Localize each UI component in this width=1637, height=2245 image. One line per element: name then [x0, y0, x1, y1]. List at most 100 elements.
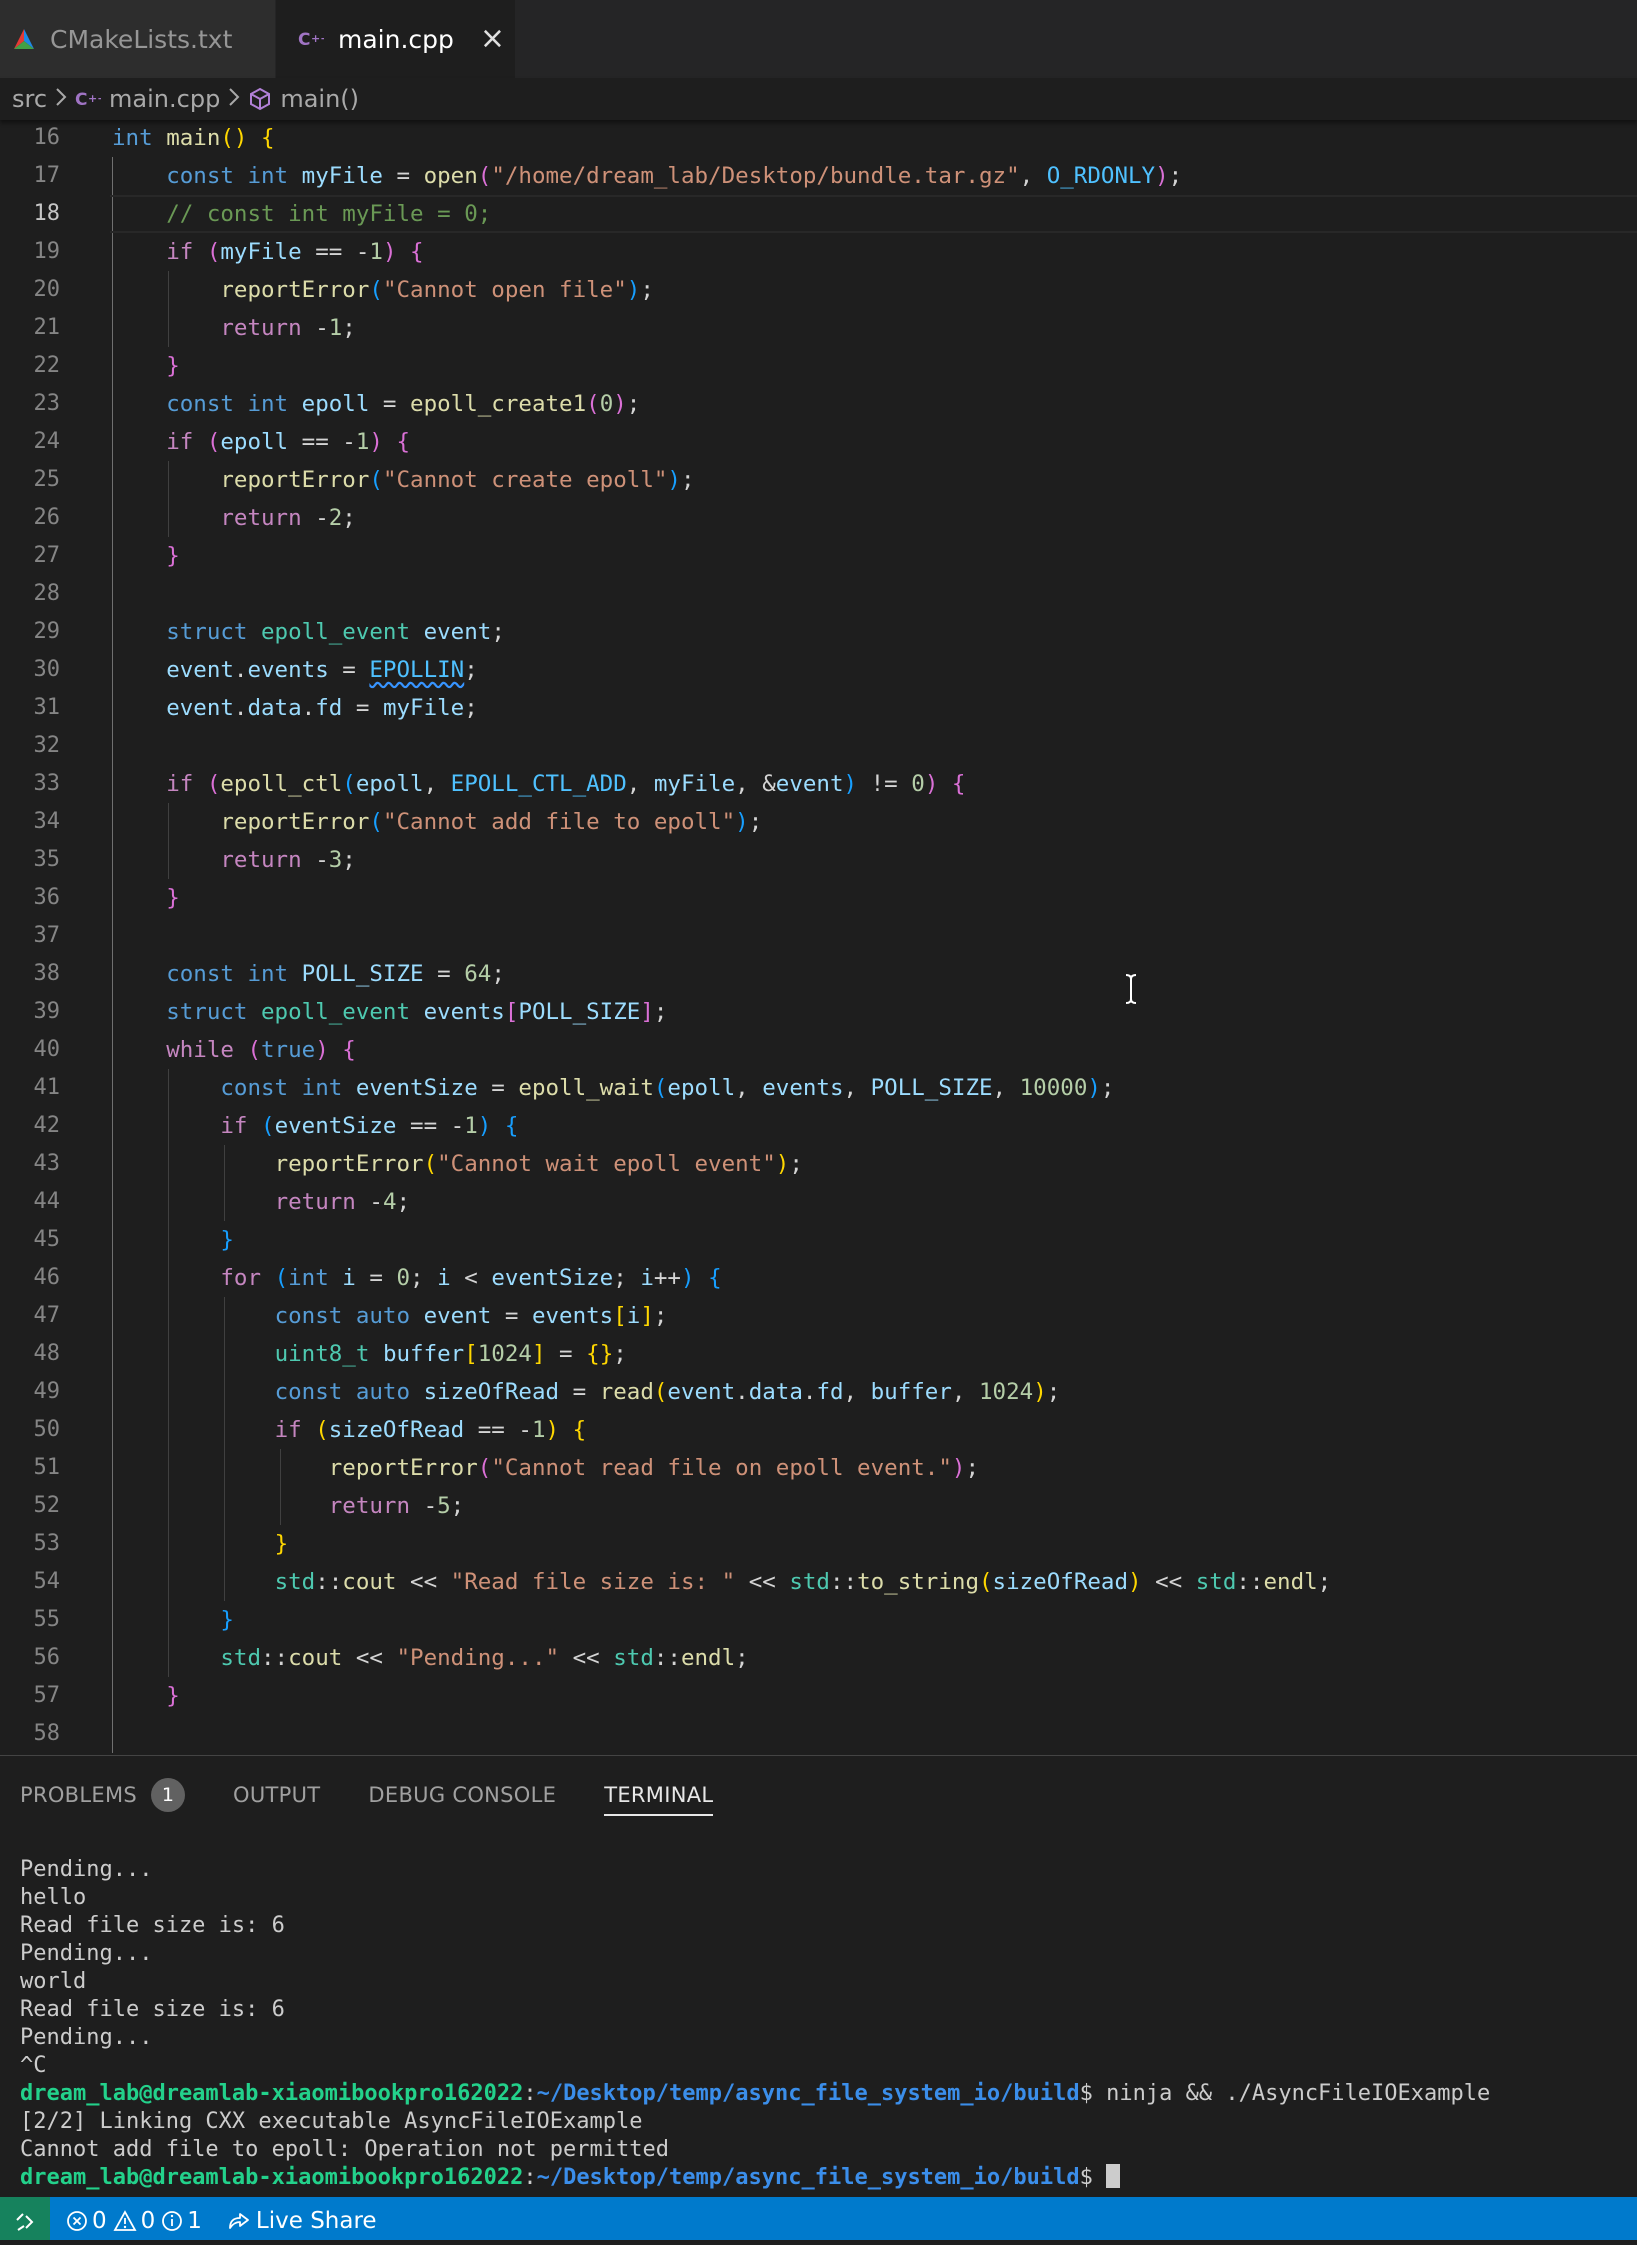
code-line[interactable]: 39 struct epoll_event events[POLL_SIZE]; [0, 993, 1637, 1031]
breadcrumb-file[interactable]: main.cpp [109, 85, 220, 113]
code-line[interactable]: 50 if (sizeOfRead == -1) { [0, 1411, 1637, 1449]
code-line[interactable]: 53 } [0, 1525, 1637, 1563]
code-line[interactable]: 55 } [0, 1601, 1637, 1639]
line-number: 49 [33, 1379, 61, 1404]
code-line[interactable]: 54 std::cout << "Read file size is: " <<… [0, 1563, 1637, 1601]
code-line[interactable]: 43 reportError("Cannot wait epoll event"… [0, 1145, 1637, 1183]
terminal-prompt-line: dream_lab@dreamlab-xiaomibookpro162022:~… [20, 2081, 1491, 2106]
code-line[interactable]: 36 } [0, 879, 1637, 917]
code-text: return -1; [220, 315, 356, 341]
terminal-cursor [1106, 2164, 1121, 2188]
breadcrumb-folder[interactable]: src [12, 85, 47, 113]
close-icon[interactable]: × [480, 24, 505, 54]
code-line[interactable]: 35 return -3; [0, 841, 1637, 879]
code-line[interactable]: 41 const int eventSize = epoll_wait(epol… [0, 1069, 1637, 1107]
code-line[interactable]: 29 struct epoll_event event; [0, 613, 1637, 651]
tab-main-cpp[interactable]: C ++ main.cpp × [276, 0, 516, 78]
code-line[interactable]: 56 std::cout << "Pending..." << std::end… [0, 1639, 1637, 1677]
code-text: return -5; [328, 1493, 465, 1519]
code-line[interactable]: 19 if (myFile == -1) { [0, 233, 1637, 271]
code-text: event.events = EPOLLIN; [166, 657, 478, 683]
code-line[interactable]: 48 uint8_t buffer[1024] = {}; [0, 1335, 1637, 1373]
code-line[interactable]: 49 const auto sizeOfRead = read(event.da… [0, 1373, 1637, 1411]
code-line[interactable]: 45 } [0, 1221, 1637, 1259]
code-line[interactable]: 32 [0, 727, 1637, 765]
code-line[interactable]: 24 if (epoll == -1) { [0, 423, 1637, 461]
code-line[interactable]: 16 int main() { [0, 119, 1637, 157]
code-line[interactable]: 47 const auto event = events[i]; [0, 1297, 1637, 1335]
line-number: 46 [33, 1265, 61, 1290]
prompt-user: dream_lab@dreamlab-xiaomibookpro162022 [20, 2165, 524, 2190]
code-line[interactable]: 23 const int epoll = epoll_create1(0); [0, 385, 1637, 423]
code-line[interactable]: 27 } [0, 537, 1637, 575]
prompt-user: dream_lab@dreamlab-xiaomibookpro162022 [20, 2081, 524, 2106]
code-line[interactable]: 52 return -5; [0, 1487, 1637, 1525]
code-line[interactable]: 51 reportError("Cannot read file on epol… [0, 1449, 1637, 1487]
code-line[interactable]: 37 [0, 917, 1637, 955]
tab-label: TERMINAL [604, 1783, 714, 1807]
code-line[interactable]: 57 } [0, 1677, 1637, 1715]
code-line[interactable]: 18 // const int myFile = 0; [0, 195, 1637, 233]
line-number: 34 [33, 809, 61, 834]
line-number: 48 [33, 1341, 61, 1366]
code-text: } [166, 353, 180, 379]
panel-tabs: PROBLEMS 1 OUTPUT DEBUG CONSOLE TERMINAL [20, 1774, 761, 1816]
tab-cmakelists[interactable]: CMakeLists.txt [0, 0, 276, 78]
code-line[interactable]: 38 const int POLL_SIZE = 64; [0, 955, 1637, 993]
code-line[interactable]: 21 return -1; [0, 309, 1637, 347]
code-line[interactable]: 34 reportError("Cannot add file to epoll… [0, 803, 1637, 841]
terminal-command: ninja && ./AsyncFileIOExample [1092, 2081, 1491, 2106]
code-line[interactable]: 46 for (int i = 0; i < eventSize; i++) { [0, 1259, 1637, 1297]
code-line[interactable]: 40 while (true) { [0, 1031, 1637, 1069]
code-text: std::cout << "Pending..." << std::endl; [220, 1645, 749, 1671]
code-line[interactable]: 44 return -4; [0, 1183, 1637, 1221]
line-number: 16 [33, 125, 61, 150]
line-number: 45 [33, 1227, 61, 1252]
code-line[interactable]: 20 reportError("Cannot open file"); [0, 271, 1637, 309]
text-cursor-icon [1124, 973, 1138, 1009]
remote-icon [16, 2213, 34, 2231]
code-line[interactable]: 30 event.events = EPOLLIN; [0, 651, 1637, 689]
problems-status[interactable]: 0 0 1 [66, 2208, 202, 2234]
code-text: event.data.fd = myFile; [166, 695, 478, 721]
code-editor[interactable]: 16 int main() {17 const int myFile = open… [0, 119, 1637, 1755]
code-line[interactable]: 33 if (epoll_ctl(epoll, EPOLL_CTL_ADD, m… [0, 765, 1637, 803]
breadcrumb-symbol[interactable]: main() [280, 85, 359, 113]
bottom-panel: PROBLEMS 1 OUTPUT DEBUG CONSOLE TERMINAL… [0, 1755, 1637, 2197]
code-text: return -2; [220, 505, 356, 531]
tab-output[interactable]: OUTPUT [233, 1774, 320, 1816]
code-text: } [274, 1531, 289, 1557]
terminal-output-line: [2/2] Linking CXX executable AsyncFileIO… [20, 2109, 643, 2134]
code-line[interactable]: 42 if (eventSize == -1) { [0, 1107, 1637, 1145]
tab-debug-console[interactable]: DEBUG CONSOLE [368, 1774, 556, 1816]
code-line[interactable]: 25 reportError("Cannot create epoll"); [0, 461, 1637, 499]
svg-text:C: C [298, 30, 310, 49]
terminal-output-line: ^C [20, 2053, 47, 2078]
code-text: } [166, 543, 180, 569]
error-icon [67, 2211, 87, 2231]
problems-count-badge: 1 [151, 1778, 186, 1812]
line-number: 26 [33, 505, 61, 530]
code-text: struct epoll_event events[POLL_SIZE]; [166, 999, 668, 1025]
live-share-button[interactable]: Live Share [226, 2208, 377, 2234]
live-share-icon [229, 2213, 249, 2229]
code-text: if (epoll_ctl(epoll, EPOLL_CTL_ADD, myFi… [166, 771, 966, 797]
code-line[interactable]: 17 const int myFile = open("/home/dream_… [0, 157, 1637, 195]
terminal-output-line: world [20, 1969, 87, 1994]
tab-label: OUTPUT [233, 1783, 321, 1807]
tab-problems[interactable]: PROBLEMS 1 [20, 1774, 186, 1816]
chevron-right-icon [55, 85, 67, 113]
remote-button[interactable] [0, 2197, 50, 2245]
code-line[interactable]: 26 return -2; [0, 499, 1637, 537]
terminal[interactable]: Pending... hello Read file size is: 6 Pendi… [20, 1856, 1490, 2192]
line-number: 41 [33, 1075, 61, 1100]
code-line[interactable]: 28 [0, 575, 1637, 613]
code-line[interactable]: 58 [0, 1715, 1637, 1753]
code-line[interactable]: 31 event.data.fd = myFile; [0, 689, 1637, 727]
code-text: uint8_t buffer[1024] = {}; [274, 1341, 627, 1367]
code-text: } [220, 1227, 234, 1253]
code-line[interactable]: 22 } [0, 347, 1637, 385]
warning-icon [113, 2210, 137, 2231]
code-text: return -4; [274, 1189, 411, 1215]
tab-terminal[interactable]: TERMINAL [604, 1774, 714, 1816]
